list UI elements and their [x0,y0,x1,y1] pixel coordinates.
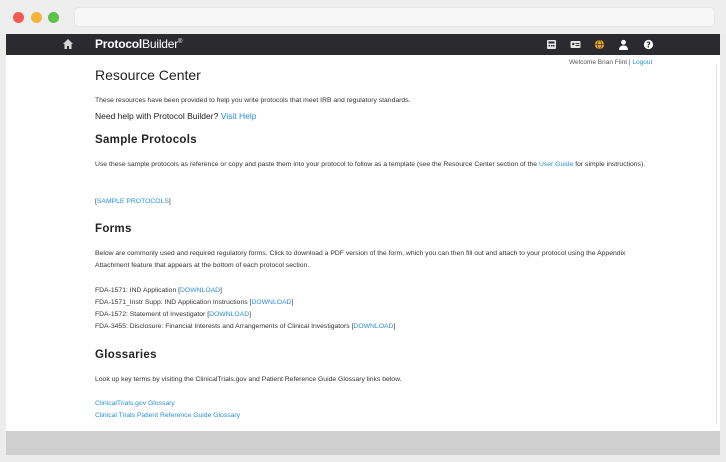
maximize-window-button[interactable] [48,12,59,23]
bracket-close: ] [249,311,252,318]
help-icon[interactable]: ? [643,39,654,50]
svg-text:?: ? [646,40,650,49]
clinicaltrials-glossary-link[interactable]: ClinicalTrials.gov Glossary [95,400,175,407]
user-bar-separator: | [628,59,631,66]
list-item: Clinical Trials Patient Reference Guide … [95,410,655,422]
user-icon[interactable] [618,39,629,50]
forms-heading: Forms [95,223,132,235]
browser-window: ProtocolBuilder® ? Welcome Brian Flint |… [0,0,726,462]
logout-link[interactable]: Logout [632,59,652,66]
form-label: FDA-1572: Statement of Investigator [95,311,206,318]
bracket-close: ] [393,323,396,330]
help-line: Need help with Protocol Builder? Visit H… [95,111,256,121]
sample-protocols-text: Use these sample protocols as reference … [95,159,655,171]
download-link-fda-1571[interactable]: DOWNLOAD [180,287,220,294]
minimize-window-button[interactable] [31,12,42,23]
sample-protocols-link[interactable]: SAMPLE PROTOCOLS [97,198,169,205]
user-bar: Welcome Brian Flint | Logout [569,59,652,66]
bracket-close: ] [291,299,294,306]
forms-list: FDA-1571: IND Application [DOWNLOAD] FDA… [95,285,655,333]
form-label: FDA-1571: IND Application [95,287,177,294]
sample-protocols-link-line: [SAMPLE PROTOCOLS] [95,196,655,208]
home-icon[interactable] [62,38,74,50]
id-card-icon[interactable] [570,39,581,50]
download-link-fda-3455[interactable]: DOWNLOAD [353,323,393,330]
vertical-scrollbar[interactable] [716,65,720,425]
globe-icon[interactable] [594,39,605,50]
sample-protocols-text-before: Use these sample protocols as reference … [95,161,538,168]
user-guide-link[interactable]: User Guide [539,161,573,168]
top-navigation-bar: ProtocolBuilder® ? [6,34,720,55]
forms-text: Below are commonly used and required reg… [95,250,626,269]
glossary-links: ClinicalTrials.gov Glossary Clinical Tri… [95,398,655,422]
visit-help-link[interactable]: Visit Help [221,111,257,121]
help-prefix: Need help with Protocol Builder? [95,111,219,121]
patient-reference-glossary-link[interactable]: Clinical Trials Patient Reference Guide … [95,412,240,419]
page-title: Resource Center [95,67,201,83]
brand-bold: Protocol [95,37,143,51]
calculator-icon[interactable] [546,39,557,50]
intro-text: These resources have been provided to he… [95,97,411,104]
bracket-close: ] [168,198,171,205]
form-label: FDA-3455: Disclosure: Financial Interest… [95,323,350,330]
sample-protocols-text-after: for simple instructions). [575,161,646,168]
form-item: FDA-1572: Statement of Investigator [DOW… [95,309,655,321]
brand-logo[interactable]: ProtocolBuilder® [95,37,182,51]
brand-light: Builder [142,37,179,51]
download-link-fda-1571-instr[interactable]: DOWNLOAD [251,299,291,306]
form-item: FDA-1571: IND Application [DOWNLOAD] [95,285,655,297]
address-bar[interactable] [74,7,715,27]
list-item: ClinicalTrials.gov Glossary [95,398,655,410]
form-item: FDA-3455: Disclosure: Financial Interest… [95,321,655,333]
glossaries-text: Look up key terms by visiting the Clinic… [95,376,402,383]
brand-mark: ® [178,39,183,45]
sample-protocols-heading: Sample Protocols [95,134,197,146]
user-name: Brian Flint [597,59,628,66]
form-item: FDA-1571_Instr Supp: IND Application Ins… [95,297,655,309]
bracket-close: ] [220,287,222,294]
browser-titlebar [0,0,726,34]
glossaries-heading: Glossaries [95,349,157,361]
form-label: FDA-1571_Instr Supp: IND Application Ins… [95,299,248,306]
main-content: Welcome Brian Flint | Logout Resource Ce… [6,55,720,431]
close-window-button[interactable] [13,12,24,23]
download-link-fda-1572[interactable]: DOWNLOAD [209,311,249,318]
welcome-label: Welcome [569,59,596,66]
footer-bar [6,431,720,455]
